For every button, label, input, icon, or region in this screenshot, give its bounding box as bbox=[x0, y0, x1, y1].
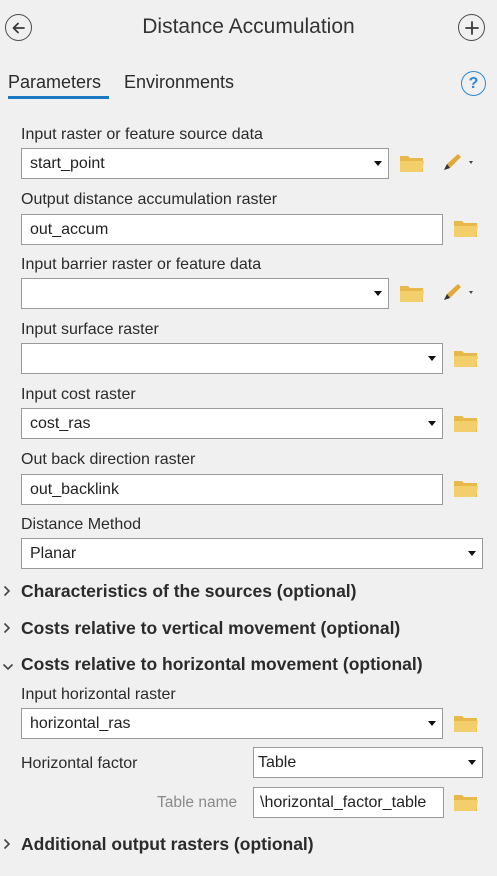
barrier-label: Input barrier raster or feature data bbox=[21, 256, 262, 273]
browse-folder-icon[interactable] bbox=[453, 477, 479, 499]
distance-method-value: Planar bbox=[30, 545, 77, 562]
edit-pencil-icon[interactable] bbox=[440, 152, 478, 174]
horizontal-factor-dropdown[interactable]: Table bbox=[253, 747, 483, 778]
edit-pencil-icon[interactable] bbox=[440, 282, 478, 304]
input-source-dropdown[interactable]: start_point bbox=[21, 148, 389, 179]
section-horizontal-label: Costs relative to horizontal movement (o… bbox=[21, 654, 423, 674]
chevron-down-icon bbox=[374, 291, 382, 296]
distance-method-label: Distance Method bbox=[21, 516, 142, 533]
table-name-value: \horizontal_factor_table bbox=[260, 794, 427, 811]
input-source-label: Input raster or feature source data bbox=[21, 126, 263, 143]
browse-folder-icon[interactable] bbox=[399, 282, 425, 304]
output-accum-value: out_accum bbox=[30, 221, 109, 238]
browse-folder-icon[interactable] bbox=[453, 412, 479, 434]
chevron-right-icon bbox=[3, 837, 11, 854]
backlink-input[interactable]: out_backlink bbox=[21, 474, 443, 505]
horizontal-factor-label: Horizontal factor bbox=[21, 755, 138, 772]
active-tab-indicator bbox=[8, 96, 109, 99]
output-accum-label: Output distance accumulation raster bbox=[21, 191, 278, 208]
cost-value: cost_ras bbox=[30, 415, 91, 432]
horizontal-factor-value: Table bbox=[258, 754, 297, 771]
tab-environments[interactable]: Environments bbox=[124, 72, 234, 93]
chevron-down-icon bbox=[2, 658, 14, 675]
add-button[interactable] bbox=[458, 14, 485, 41]
chevron-down-icon bbox=[374, 161, 382, 166]
tab-parameters[interactable]: Parameters bbox=[8, 72, 101, 93]
chevron-down-icon bbox=[468, 760, 476, 765]
surface-label: Input surface raster bbox=[21, 321, 159, 338]
help-icon: ? bbox=[468, 74, 479, 92]
backlink-label: Out back direction raster bbox=[21, 451, 196, 468]
help-button[interactable]: ? bbox=[461, 71, 486, 96]
barrier-dropdown[interactable] bbox=[21, 278, 389, 309]
browse-folder-icon[interactable] bbox=[399, 152, 425, 174]
chevron-right-icon bbox=[3, 584, 11, 601]
cost-label: Input cost raster bbox=[21, 386, 136, 403]
table-name-label: Table name bbox=[157, 794, 238, 811]
add-icon bbox=[464, 20, 479, 35]
chevron-down-icon bbox=[428, 421, 436, 426]
chevron-down-icon bbox=[468, 551, 476, 556]
section-characteristics-label: Characteristics of the sources (optional… bbox=[21, 581, 357, 601]
horizontal-raster-dropdown[interactable]: horizontal_ras bbox=[21, 708, 443, 739]
browse-folder-icon[interactable] bbox=[453, 791, 479, 813]
horizontal-raster-label: Input horizontal raster bbox=[21, 686, 176, 703]
chevron-right-icon bbox=[3, 621, 11, 638]
section-additional-label: Additional output rasters (optional) bbox=[21, 834, 314, 854]
horizontal-raster-value: horizontal_ras bbox=[30, 715, 131, 732]
section-vertical-label: Costs relative to vertical movement (opt… bbox=[21, 618, 401, 638]
browse-folder-icon[interactable] bbox=[453, 712, 479, 734]
table-name-input[interactable]: \horizontal_factor_table bbox=[253, 787, 444, 818]
browse-folder-icon[interactable] bbox=[453, 217, 479, 239]
input-source-value: start_point bbox=[30, 155, 105, 172]
output-accum-input[interactable]: out_accum bbox=[21, 214, 443, 245]
surface-dropdown[interactable] bbox=[21, 343, 443, 374]
chevron-down-icon bbox=[428, 721, 436, 726]
cost-dropdown[interactable]: cost_ras bbox=[21, 408, 443, 439]
backlink-value: out_backlink bbox=[30, 481, 119, 498]
chevron-down-icon bbox=[428, 356, 436, 361]
distance-method-dropdown[interactable]: Planar bbox=[21, 538, 483, 569]
tool-title: Distance Accumulation bbox=[142, 15, 355, 38]
browse-folder-icon[interactable] bbox=[453, 347, 479, 369]
